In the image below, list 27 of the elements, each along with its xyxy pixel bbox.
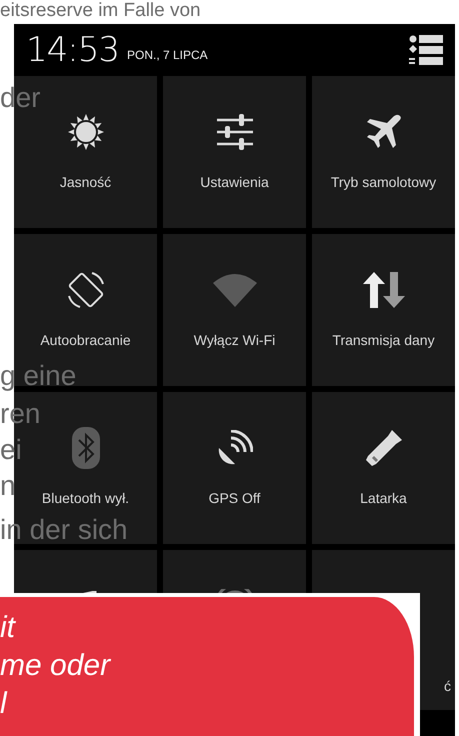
satellite-dish-icon [216,430,252,466]
callout-text: it [0,610,17,646]
tile-label[interactable]: Ustawienia [200,174,269,190]
tile-label[interactable]: Bluetooth wył. [42,490,130,506]
tile-label[interactable]: Jasność [60,174,112,190]
screen-rotation-icon [66,270,106,310]
callout-text: me oder [0,648,112,684]
sliders-icon [214,114,254,150]
tile-label[interactable]: Tryb samolotowy [330,174,436,190]
callout-text: l [0,686,8,722]
page-text: eitsreserve im Falle von [0,1,201,20]
bluetooth-icon [72,427,100,469]
wifi-icon [212,273,256,307]
flashlight-icon [364,428,404,468]
data-arrows-icon [362,272,404,308]
tile-label[interactable]: Autoobracanie [40,332,131,348]
tile-label[interactable]: GPS Off [208,490,260,506]
tile-label: ć [444,678,452,694]
clock-time: 14:53 [26,30,119,70]
page-text: g eine [0,362,76,390]
tile-label[interactable]: Wyłącz Wi-Fi [194,332,276,348]
tile-label[interactable]: Transmisja dany [332,332,435,348]
date-text: PON., 7 LIPCA [126,48,208,62]
list-icon[interactable] [409,35,443,65]
sun-icon [66,112,106,152]
page-text: n [0,472,16,500]
tile-label[interactable]: Latarka [360,490,407,506]
